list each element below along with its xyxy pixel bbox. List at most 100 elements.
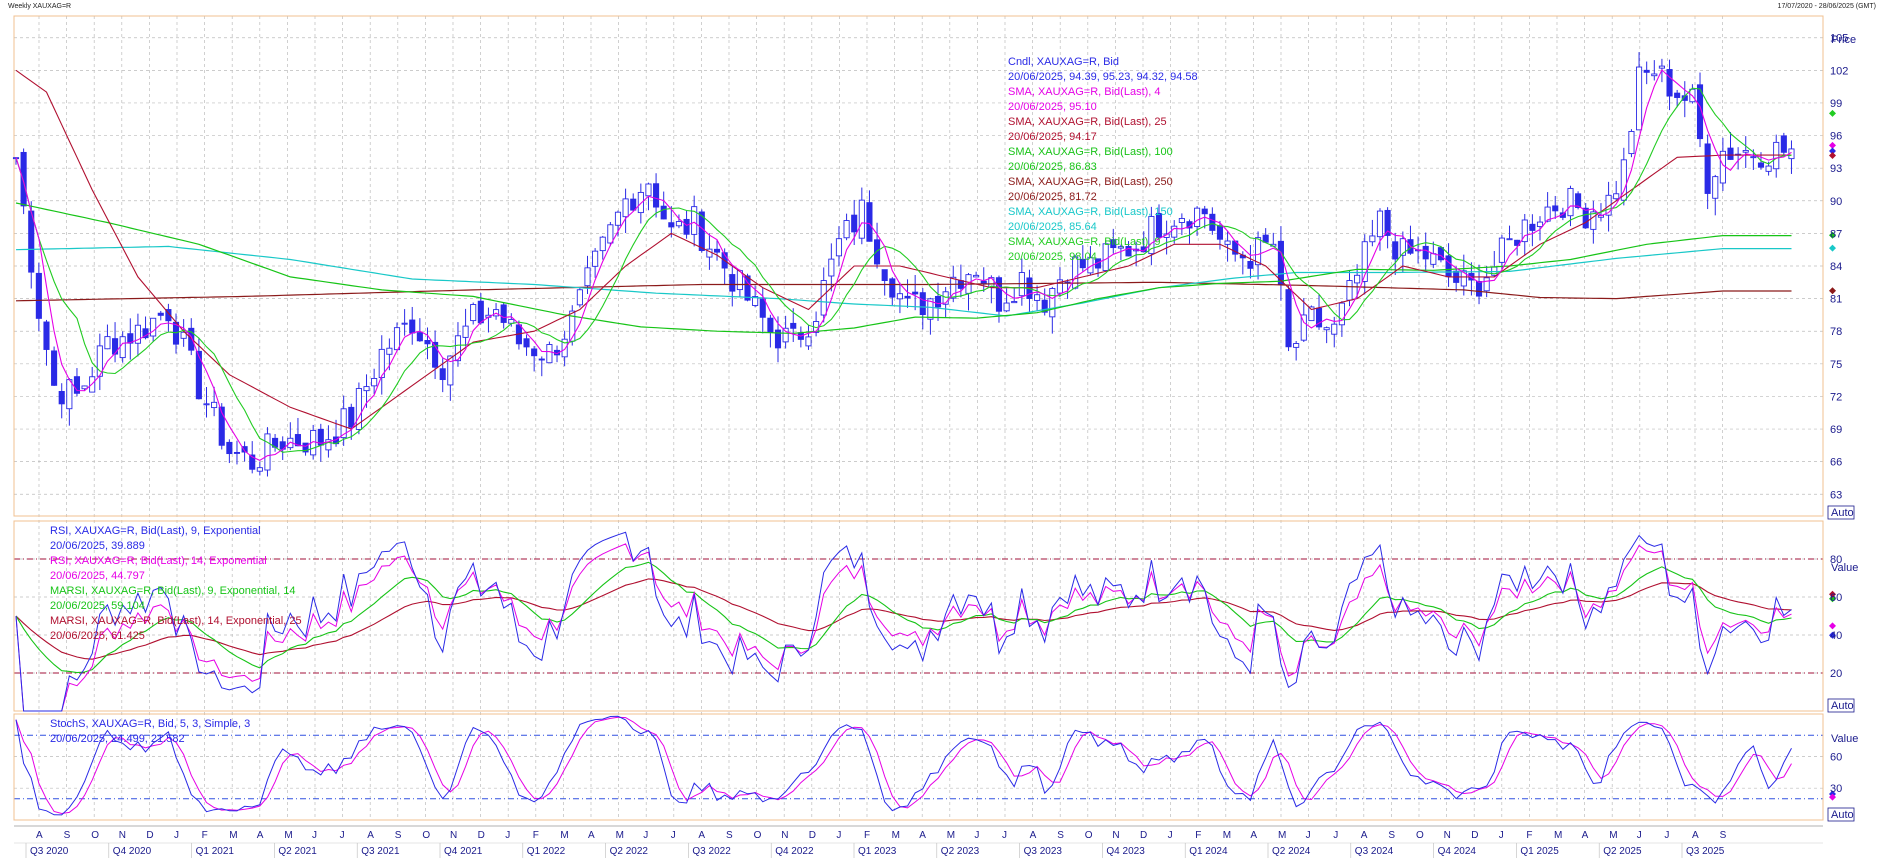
candle-body <box>1209 213 1216 231</box>
quarter-tick-label: Q2 2025 <box>1603 846 1642 857</box>
month-tick-label: J <box>1664 830 1669 841</box>
candle-body <box>759 298 766 318</box>
candle-body <box>1765 165 1772 172</box>
month-tick-label: D <box>478 830 485 841</box>
month-tick-label: O <box>91 830 99 841</box>
candle-body <box>393 327 401 351</box>
price-series <box>12 52 1836 477</box>
quarter-tick-label: Q3 2024 <box>1355 846 1394 857</box>
stoch-tick-label: 30 <box>1830 783 1842 795</box>
stoch-axis-title: Value <box>1831 733 1858 745</box>
month-tick-label: O <box>1416 830 1424 841</box>
candle-body <box>660 205 667 220</box>
candle-body <box>1483 277 1490 292</box>
candle-body <box>1590 211 1597 230</box>
candle-body <box>1034 294 1041 301</box>
quarter-tick-label: Q3 2025 <box>1686 846 1725 857</box>
price-tick-label: 72 <box>1830 391 1842 403</box>
month-tick-label: D <box>146 830 153 841</box>
month-tick-label: J <box>1306 830 1311 841</box>
candle-body <box>805 336 812 347</box>
quarter-tick-label: Q4 2024 <box>1438 846 1477 857</box>
candle-body <box>66 379 73 410</box>
price-auto-button[interactable]: Auto <box>1827 505 1855 520</box>
candle-body <box>1323 327 1330 331</box>
legend-sma25-value: 20/06/2025, 94.17 <box>1008 131 1097 143</box>
rsi-auto-button[interactable]: Auto <box>1827 698 1855 713</box>
legend-sma250-title: SMA, XAUXAG=R, Bid(Last), 250 <box>1008 176 1173 188</box>
candle-body <box>104 336 111 350</box>
candle-body <box>1636 66 1643 131</box>
candle-body <box>531 348 538 357</box>
candle-body <box>439 368 446 381</box>
price-tick-label: 99 <box>1830 98 1842 110</box>
candle-body <box>256 467 263 472</box>
candle-body <box>386 347 393 355</box>
month-tick-label: A <box>919 830 926 841</box>
candle-body <box>1582 207 1589 229</box>
candle-body <box>1285 289 1292 348</box>
month-tick-label: N <box>1112 830 1119 841</box>
legend-marsi14-value: 20/06/2025, 61.425 <box>50 630 145 642</box>
month-tick-label: A <box>257 830 264 841</box>
legend-candle-value: 20/06/2025, 94.39, 95.23, 94.32, 94.58 <box>1008 71 1198 83</box>
candle-body <box>195 350 202 400</box>
month-tick-label: S <box>1720 830 1727 841</box>
candle-body <box>1247 260 1254 269</box>
quarter-tick-label: Q1 2023 <box>858 846 897 857</box>
panel-border <box>13 713 1824 821</box>
quarter-tick-label: Q2 2022 <box>610 846 649 857</box>
candle-body <box>1194 207 1201 227</box>
sma250-line <box>15 281 1792 302</box>
price-axis-title: Price <box>1831 34 1856 46</box>
month-tick-label: A <box>1582 830 1589 841</box>
legend-marsi9-value: 20/06/2025, 59.104 <box>50 600 145 612</box>
month-tick-label: J <box>836 830 841 841</box>
candle-body <box>1575 193 1582 208</box>
month-tick-label: J <box>1333 830 1338 841</box>
month-tick-label: D <box>1140 830 1147 841</box>
month-tick-label: J <box>671 830 676 841</box>
candle-body <box>1293 343 1300 348</box>
legend-sma100-value: 20/06/2025, 86.83 <box>1008 161 1097 173</box>
legend-sma150-value: 20/06/2025, 85.64 <box>1008 221 1097 233</box>
candle-body <box>843 220 850 239</box>
candle-body <box>576 289 583 306</box>
candle-body <box>1613 193 1620 200</box>
legend-rsi14-title: RSI, XAUXAG=R, Bid(Last), 14, Exponentia… <box>50 555 267 567</box>
price-tick-label: 102 <box>1830 65 1848 77</box>
last-value-marker <box>1829 109 1836 117</box>
candle-body <box>1643 69 1650 73</box>
month-tick-label: N <box>119 830 126 841</box>
candle-body <box>409 319 416 334</box>
rsi-tick-label: 40 <box>1830 630 1842 642</box>
sma150-line <box>15 245 1792 317</box>
candle-body <box>1727 147 1734 160</box>
month-tick-label: M <box>947 830 955 841</box>
stoch-auto-button[interactable]: Auto <box>1827 807 1855 822</box>
candle-body <box>599 236 606 252</box>
candle-body <box>424 340 431 345</box>
candle-body <box>371 377 378 387</box>
month-tick-label: J <box>1499 830 1504 841</box>
month-tick-label: M <box>1554 830 1562 841</box>
candle-body <box>683 218 690 235</box>
legend-marsi14-title: MARSI, XAUXAG=R, Bid(Last), 14, Exponent… <box>50 615 302 627</box>
month-tick-label: D <box>1471 830 1478 841</box>
rsi-axis-title: Value <box>1831 562 1858 574</box>
candle-body <box>1757 162 1765 168</box>
candle-body <box>912 291 919 295</box>
month-tick-label: S <box>1388 830 1395 841</box>
month-tick-label: J <box>174 830 179 841</box>
candle-body <box>20 151 27 207</box>
stoch-k-line <box>15 715 1792 816</box>
candle-body <box>523 338 530 348</box>
candle-body <box>1780 135 1787 153</box>
quarter-tick-label: Q2 2021 <box>278 846 317 857</box>
candle-body <box>1178 218 1185 223</box>
quarter-tick-label: Q3 2021 <box>361 846 400 857</box>
rsi14-line <box>15 543 1792 712</box>
candle-body <box>607 224 614 244</box>
candle-body <box>1536 221 1544 228</box>
legend-rsi9-title: RSI, XAUXAG=R, Bid(Last), 9, Exponential <box>50 525 261 537</box>
